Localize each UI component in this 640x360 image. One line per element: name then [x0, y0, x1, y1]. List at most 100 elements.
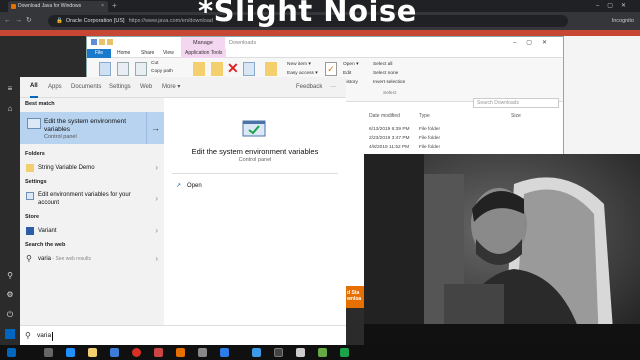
java-icon[interactable] [176, 348, 185, 357]
best-match-item[interactable]: Edit the system environment variables Co… [20, 112, 164, 144]
file-explorer-icon[interactable] [88, 348, 97, 357]
preview-sub: Control panel [238, 157, 272, 163]
folders-header: Folders [25, 151, 45, 157]
home-icon[interactable]: ⌂ [4, 103, 16, 115]
task-view-icon[interactable] [44, 348, 53, 357]
tab-all[interactable]: All [30, 77, 38, 98]
settings-window-icon [26, 192, 34, 200]
invert-selection-button[interactable]: Invert selection [373, 80, 405, 85]
properties-icon[interactable]: ✓ [325, 62, 337, 76]
web-result-label: varia - See web results [38, 256, 92, 262]
app-icon[interactable] [318, 348, 327, 357]
store-icon[interactable] [110, 348, 119, 357]
new-item-button[interactable]: New item ▾ [287, 62, 311, 67]
table-row[interactable]: 4/8/2019 11:52 PM File folder [369, 145, 559, 154]
search-downloads-input[interactable]: Search Downloads [473, 98, 559, 108]
browser-window-controls[interactable]: –▢✕ [596, 0, 634, 12]
page-background [564, 36, 640, 154]
new-tab-button[interactable]: + [112, 0, 117, 12]
folder-icon [26, 164, 34, 172]
browser-tab[interactable]: Download Java for Windows × [8, 1, 108, 12]
best-match-line2: variables [44, 126, 71, 133]
tab-view[interactable]: View [163, 49, 174, 58]
user-icon[interactable]: ⚲ [4, 270, 16, 282]
tab-application-tools[interactable]: Application Tools [181, 49, 227, 58]
header-date-modified[interactable]: Date modified [369, 113, 400, 119]
best-match-sub: Control panel [44, 134, 77, 140]
tab-more[interactable]: More ▾ [162, 77, 180, 98]
incognito-label[interactable]: Incognito [612, 12, 634, 30]
new-folder-icon[interactable] [265, 62, 277, 76]
search-input[interactable]: varia [37, 326, 51, 346]
row-date: 2/23/2019 3:47 PM [369, 136, 410, 141]
copy-icon[interactable] [117, 62, 129, 76]
easy-access-button[interactable]: Easy access ▾ [287, 71, 318, 76]
list-item[interactable]: Edit environment variables for your accou… [20, 189, 164, 209]
table-row[interactable]: 6/13/2019 6:39 PM File folder [369, 127, 559, 136]
tab-home[interactable]: Home [117, 49, 130, 58]
open-button[interactable]: Open ▾ [343, 62, 358, 67]
vscode-icon[interactable] [252, 348, 261, 357]
chevron-right-icon[interactable]: › [155, 224, 158, 238]
row-type: File folder [419, 136, 441, 141]
tab-apps[interactable]: Apps [48, 77, 62, 98]
start-search-box[interactable]: ⚲ varia [20, 325, 346, 345]
copy-to-icon[interactable] [211, 62, 223, 76]
row-date: 6/13/2019 6:39 PM [369, 127, 410, 132]
select-all-button[interactable]: Select all [373, 62, 392, 67]
windows-icon[interactable] [5, 329, 15, 339]
chrome-icon[interactable] [132, 348, 141, 357]
terminal-icon[interactable] [274, 348, 283, 357]
app-icon[interactable] [154, 348, 163, 357]
app-icon[interactable] [220, 348, 229, 357]
system-properties-large-icon [242, 120, 266, 137]
tab-web[interactable]: Web [140, 77, 152, 98]
tab-documents[interactable]: Documents [71, 77, 101, 98]
edge-icon[interactable] [66, 348, 75, 357]
table-row[interactable]: 2/23/2019 3:47 PM File folder [369, 136, 559, 145]
chevron-right-icon[interactable]: › [155, 161, 158, 175]
pin-icon[interactable] [99, 62, 111, 76]
tab-share[interactable]: Share [141, 49, 154, 58]
file-list-headers: Date modified Type Size [369, 113, 559, 122]
paste-icon[interactable] [135, 62, 147, 76]
browser-nav-icons[interactable]: ←→↻ [4, 12, 36, 30]
open-action[interactable]: ↗ Open [176, 182, 202, 192]
chevron-right-icon[interactable]: › [155, 189, 158, 209]
tab-settings[interactable]: Settings [109, 77, 131, 98]
search-web-header: Search the web [25, 242, 66, 248]
manage-tab[interactable]: Manage [181, 37, 225, 49]
quick-access-toolbar[interactable] [91, 39, 131, 46]
delete-icon[interactable]: ✕ [227, 61, 239, 75]
hamburger-icon[interactable]: ≡ [4, 83, 16, 95]
file-tab[interactable]: File [87, 49, 111, 58]
edit-button[interactable]: Edit [343, 71, 351, 76]
rename-icon[interactable] [243, 62, 255, 76]
gear-icon[interactable]: ⚙ [4, 289, 16, 301]
app-icon[interactable] [198, 348, 207, 357]
header-size[interactable]: Size [511, 113, 521, 119]
close-tab-icon[interactable]: × [101, 1, 104, 12]
app-icon[interactable] [296, 348, 305, 357]
best-match-line1: Edit the system environment [44, 118, 127, 125]
settings-header: Settings [25, 179, 47, 185]
lock-icon: 🔒 [56, 18, 63, 24]
windows-start-icon[interactable] [7, 348, 16, 357]
power-icon[interactable]: ⏻ [4, 309, 16, 321]
move-to-icon[interactable] [193, 62, 205, 76]
row-type: File folder [419, 127, 441, 132]
app-icon[interactable] [340, 348, 349, 357]
copy-path-button[interactable]: Copy path [151, 69, 173, 74]
more-options-icon[interactable]: ··· [330, 77, 336, 98]
list-item[interactable]: String Variable Demo › [20, 161, 164, 175]
header-type[interactable]: Type [419, 113, 430, 119]
feedback-link[interactable]: Feedback [296, 77, 322, 98]
list-item[interactable]: ⚲ varia - See web results › [20, 252, 164, 266]
explorer-window-controls[interactable]: –▢✕ [513, 37, 557, 49]
select-none-button[interactable]: Select none [373, 71, 398, 76]
chevron-right-icon[interactable]: › [155, 252, 158, 266]
results-list: Best match Edit the system environment v… [20, 98, 164, 325]
chevron-right-icon[interactable]: → [146, 112, 164, 144]
cut-button[interactable]: Cut [151, 61, 158, 66]
list-item[interactable]: Variant › [20, 224, 164, 238]
